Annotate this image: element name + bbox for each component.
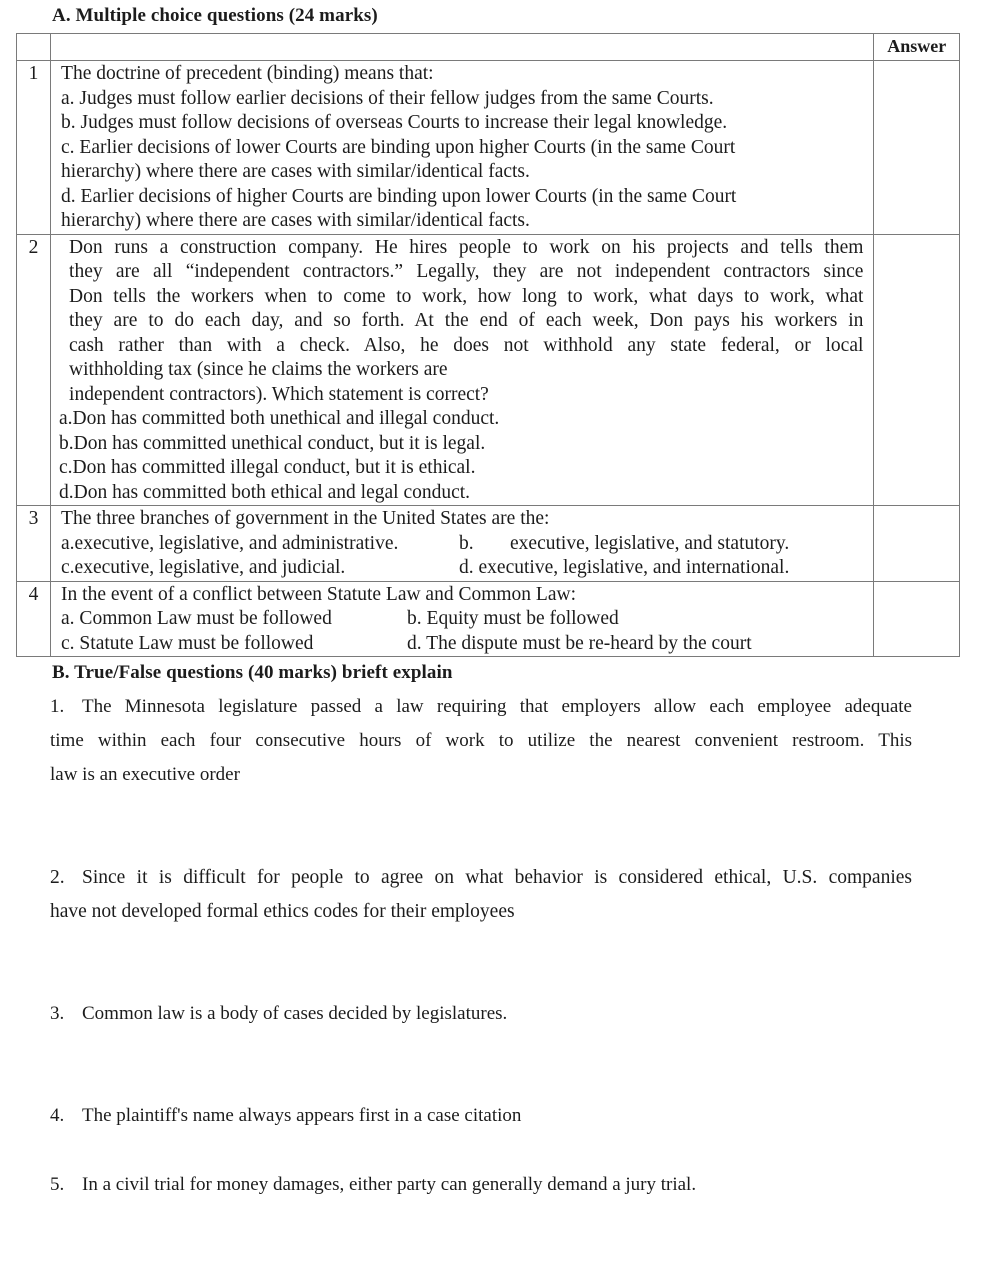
true-false-item: 5. In a civil trial for money damages, ei…	[50, 1168, 912, 1202]
question-number: 2	[15, 233, 52, 506]
question-stem-line: they are all “independent contractors.” …	[69, 261, 864, 282]
option-d: d. The dispute must be re-heard by the c…	[407, 632, 752, 654]
option-a: a.Don has committed both unethical and i…	[59, 408, 500, 429]
options-row: c. Statute Law must be followed d. The d…	[61, 632, 867, 657]
item-number: 1.	[50, 696, 65, 717]
true-false-item: 3. Common law is a body of cases decided …	[50, 997, 912, 1031]
statement-line: 4. The plaintiff's name always appears fi…	[50, 1099, 912, 1133]
option-c: c. Statute Law must be followed	[61, 632, 314, 654]
statement-line: law is an executive order	[50, 764, 240, 785]
answer-column-header: Answer	[873, 33, 960, 61]
question-number: 1	[15, 60, 52, 235]
true-false-item: 1. The Minnesota legislature passed a law…	[50, 690, 912, 792]
statement-line: 5. In a civil trial for money damages, ei…	[50, 1168, 912, 1202]
option-d: d. Earlier decisions of higher Courts ar…	[61, 185, 737, 207]
question-stem: The doctrine of precedent (binding) mean…	[61, 63, 434, 84]
true-false-item: 4. The plaintiff's name always appears fi…	[50, 1099, 912, 1133]
answer-cell[interactable]	[873, 60, 960, 235]
question-row: 2 Don runs a construction company. He hi…	[15, 233, 960, 506]
header-number-cell	[15, 33, 52, 61]
option-d-continued: hierarchy) where there are cases with si…	[61, 210, 530, 231]
item-number: 5.	[50, 1174, 65, 1195]
statement-line: 1. The Minnesota legislature passed a law…	[50, 690, 912, 724]
table-header-row: Answer	[15, 33, 960, 61]
statement-text: Since it is difficult for people to agre…	[82, 867, 912, 888]
header-question-cell	[50, 33, 875, 61]
question-stem-line: withholding tax (since he claims the wor…	[69, 359, 448, 380]
option-b: b. Judges must follow decisions of overs…	[61, 112, 728, 133]
option-a: a. Judges must follow earlier decisions …	[61, 87, 714, 109]
options-row: c.executive, legislative, and judicial. …	[61, 556, 867, 581]
question-stem: The three branches of government in the …	[61, 508, 550, 529]
item-number: 3.	[50, 1003, 65, 1024]
statement-text: Common law is a body of cases decided by…	[82, 1003, 508, 1024]
option-b: b. executive, legislative, and statutory.	[459, 532, 789, 557]
question-number: 4	[15, 580, 52, 657]
question-row: 1 The doctrine of precedent (binding) me…	[15, 60, 960, 235]
true-false-item: 2. Since it is difficult for people to ag…	[50, 861, 912, 929]
statement-line: 3. Common law is a body of cases decided …	[50, 997, 912, 1031]
item-number: 4.	[50, 1105, 65, 1126]
statement-text: In a civil trial for money damages, eith…	[82, 1174, 697, 1195]
options-row: a. Common Law must be followed b. Equity…	[61, 607, 867, 632]
option-d: d.Don has committed both ethical and leg…	[59, 481, 471, 503]
answer-cell[interactable]	[873, 505, 960, 582]
option-b-label: b.	[459, 532, 474, 554]
option-b-text: executive, legislative, and statutory.	[510, 532, 790, 554]
option-b: b.Don has committed unethical conduct, b…	[59, 432, 486, 454]
section-a-heading: A. Multiple choice questions (24 marks)	[52, 5, 378, 26]
question-stem-line: cash rather than with a check. Also, he …	[69, 334, 864, 356]
section-b-heading: B. True/False questions (40 marks) brief…	[52, 662, 453, 683]
statement-text: The Minnesota legislature passed a law r…	[82, 696, 912, 717]
answer-cell[interactable]	[873, 233, 960, 506]
question-stem-line: they are to do each day, and so forth. A…	[69, 310, 864, 331]
statement-line: time within each four consecutive hours …	[50, 730, 912, 751]
statement-line: 2. Since it is difficult for people to ag…	[50, 861, 912, 895]
option-c: c.Don has committed illegal conduct, but…	[59, 457, 476, 478]
option-c-continued: hierarchy) where there are cases with si…	[61, 161, 530, 182]
option-c: c.executive, legislative, and judicial.	[61, 557, 346, 578]
options-row: a.executive, legislative, and administra…	[61, 532, 867, 557]
multiple-choice-table: Answer 1 The doctrine of precedent (bind…	[15, 33, 960, 657]
question-number: 3	[15, 505, 52, 582]
question-row: 3 The three branches of government in th…	[15, 505, 960, 582]
question-cell: Don runs a construction company. He hire…	[50, 233, 875, 506]
question-stem-line: independent contractors). Which statemen…	[69, 383, 489, 405]
statement-line: have not developed formal ethics codes f…	[50, 901, 515, 922]
option-a: a.executive, legislative, and administra…	[61, 532, 399, 554]
statement-text: The plaintiff's name always appears firs…	[82, 1105, 522, 1126]
question-cell: The three branches of government in the …	[50, 505, 875, 582]
question-stem-line: Don runs a construction company. He hire…	[69, 236, 864, 258]
question-stem-line: Don tells the workers when to come to wo…	[69, 285, 864, 307]
item-number: 2.	[50, 867, 65, 888]
option-a: a. Common Law must be followed	[61, 608, 332, 629]
question-cell: The doctrine of precedent (binding) mean…	[50, 60, 875, 235]
option-d: d. executive, legislative, and internati…	[459, 557, 790, 578]
question-cell: In the event of a conflict between Statu…	[50, 580, 875, 657]
option-b: b. Equity must be followed	[407, 608, 619, 629]
answer-cell[interactable]	[873, 580, 960, 657]
question-row: 4 In the event of a conflict between Sta…	[15, 580, 960, 657]
option-c: c. Earlier decisions of lower Courts are…	[61, 136, 736, 158]
question-stem: In the event of a conflict between Statu…	[61, 583, 576, 605]
